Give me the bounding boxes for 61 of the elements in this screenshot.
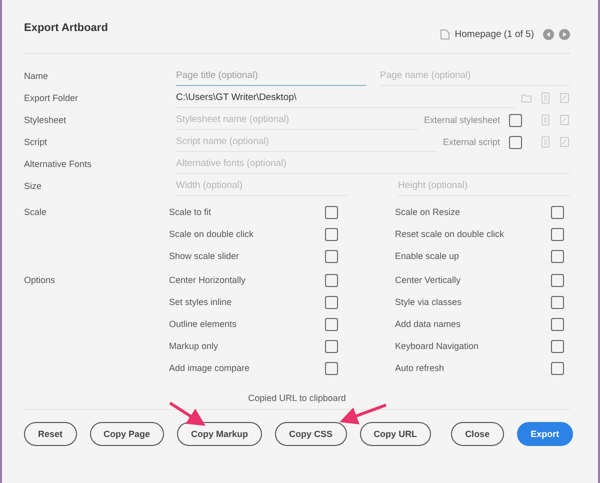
field-label: Script bbox=[24, 137, 48, 147]
dialog-title: Export Artboard bbox=[24, 22, 108, 34]
field-label: Size bbox=[24, 181, 43, 191]
checkbox[interactable] bbox=[325, 318, 338, 330]
checkbox[interactable] bbox=[325, 274, 338, 286]
option-label: Outline elements bbox=[169, 318, 238, 331]
option-label: External script bbox=[442, 137, 500, 147]
checkbox[interactable] bbox=[551, 250, 564, 262]
option-label: Show scale slider bbox=[169, 250, 240, 263]
page-icon bbox=[440, 29, 450, 40]
checkbox[interactable] bbox=[509, 136, 522, 148]
dialog-button[interactable]: Reset bbox=[24, 422, 77, 446]
option-label: Reset scale on double click bbox=[395, 228, 506, 241]
checkbox[interactable] bbox=[551, 228, 564, 240]
dialog-button[interactable]: Copy Page bbox=[90, 422, 164, 446]
option-label: Scale to fit bbox=[169, 206, 212, 219]
pointer-arrow bbox=[169, 402, 206, 426]
option-label: Keyboard Navigation bbox=[395, 340, 480, 353]
checkbox[interactable] bbox=[551, 206, 564, 218]
option-label: Style via classes bbox=[395, 296, 463, 309]
option-label: Add image compare bbox=[169, 362, 251, 375]
field-label: Name bbox=[24, 71, 50, 81]
checkbox[interactable] bbox=[325, 362, 338, 374]
text-field[interactable]: Page title (optional) bbox=[176, 66, 366, 86]
next-icon[interactable] bbox=[559, 29, 570, 40]
dialog-button[interactable]: Copy Markup bbox=[177, 422, 262, 446]
option-label: Enable scale up bbox=[395, 250, 460, 263]
checkbox[interactable] bbox=[551, 340, 564, 352]
page-indicator: Homepage (1 of 5) bbox=[454, 29, 534, 40]
option-label: Set styles inline bbox=[169, 296, 233, 309]
dialog-button[interactable]: Close bbox=[451, 422, 504, 446]
checkbox[interactable] bbox=[325, 296, 338, 308]
checkbox[interactable] bbox=[509, 114, 522, 126]
checkbox[interactable] bbox=[325, 206, 338, 218]
checkbox[interactable] bbox=[551, 274, 564, 286]
option-label: Center Horizontally bbox=[169, 274, 247, 287]
option-label: External stylesheet bbox=[424, 115, 500, 125]
option-label: Center Vertically bbox=[395, 274, 462, 287]
option-label: Scale on double click bbox=[169, 228, 255, 241]
checkbox[interactable] bbox=[551, 296, 564, 308]
group-label: Options bbox=[24, 274, 56, 287]
field-label: Stylesheet bbox=[24, 115, 68, 125]
checkbox[interactable] bbox=[551, 362, 564, 374]
option-label: Scale on Resize bbox=[395, 206, 462, 219]
field-label: Alternative Fonts bbox=[24, 159, 93, 169]
group-label: Scale bbox=[24, 206, 48, 219]
dialog-button[interactable]: Copy CSS bbox=[275, 422, 347, 446]
checkbox[interactable] bbox=[325, 250, 338, 262]
folder-path-field[interactable]: C:\Users\GT Writer\Desktop\ bbox=[176, 88, 515, 108]
option-label: Markup only bbox=[169, 340, 220, 353]
status-message: Copied URL to clipboard bbox=[248, 393, 346, 403]
checkbox[interactable] bbox=[325, 228, 338, 240]
pointer-arrow bbox=[340, 404, 387, 424]
option-label: Add data names bbox=[395, 318, 462, 331]
field-label: Export Folder bbox=[24, 93, 80, 103]
checkbox[interactable] bbox=[551, 318, 564, 330]
option-label: Auto refresh bbox=[395, 362, 446, 375]
dialog-button[interactable]: Copy URL bbox=[360, 422, 432, 446]
previous-icon[interactable] bbox=[543, 29, 554, 40]
dialog-button[interactable]: Export bbox=[516, 422, 574, 446]
checkbox[interactable] bbox=[325, 340, 338, 352]
